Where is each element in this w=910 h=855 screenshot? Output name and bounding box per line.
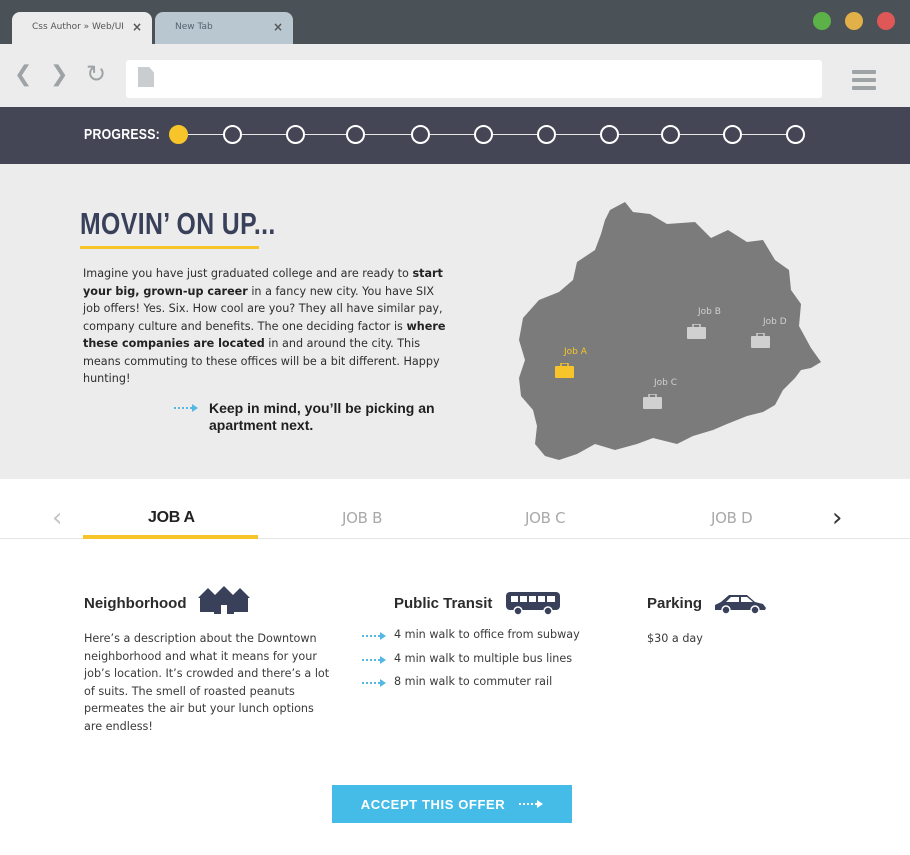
progress-step (346, 125, 365, 144)
map-label-job-d: Job D (763, 317, 787, 327)
dotted-arrow-icon (362, 655, 386, 664)
tab-css-author[interactable]: Css Author » Web/UI × (12, 12, 152, 44)
neighborhood-description: Here’s a description about the Downtown … (84, 632, 330, 733)
reload-icon[interactable]: ↻ (86, 62, 106, 86)
progress-bar: PROGRESS: (0, 107, 910, 164)
bus-icon (506, 592, 560, 615)
window-minimize-button[interactable] (845, 12, 863, 30)
progress-step (600, 125, 619, 144)
window-close-button[interactable] (877, 12, 895, 30)
briefcase-icon[interactable] (555, 363, 574, 378)
briefcase-icon[interactable] (751, 333, 770, 348)
tab-label: New Tab (175, 22, 213, 32)
tab-job-a[interactable]: JOB A (148, 509, 195, 527)
page-icon (138, 67, 154, 87)
list-item: 4 min walk to multiple bus lines (362, 652, 580, 676)
next-arrow-icon[interactable]: › (832, 505, 842, 531)
browser-toolbar: ❮ ❯ ↻ (0, 44, 910, 107)
city-map (519, 202, 821, 460)
houses-icon (198, 586, 250, 614)
window-maximize-button[interactable] (813, 12, 831, 30)
dotted-arrow-icon (174, 404, 198, 412)
parking-cost: $30 a day (647, 632, 703, 645)
map-label-job-c: Job C (654, 378, 678, 388)
list-item: 8 min walk to commuter rail (362, 675, 580, 699)
briefcase-icon[interactable] (687, 324, 706, 339)
progress-step (786, 125, 805, 144)
progress-step (723, 125, 742, 144)
dotted-arrow-icon (362, 632, 386, 640)
progress-step (169, 125, 188, 144)
intro-paragraph: Imagine you have just graduated college … (83, 267, 446, 385)
apartment-note: Keep in mind, you’ll be picking an apart… (209, 400, 435, 433)
job-tabs: ‹ JOB A JOB B JOB C JOB D › (0, 479, 910, 539)
active-tab-indicator (83, 535, 258, 539)
neighborhood-heading: Neighborhood (84, 595, 187, 612)
tab-label: Css Author » Web/UI (32, 22, 124, 32)
forward-icon[interactable]: ❯ (50, 64, 68, 86)
map-label-job-a: Job A (564, 347, 587, 357)
briefcase-icon[interactable] (643, 394, 662, 409)
tab-job-b[interactable]: JOB B (342, 509, 382, 527)
menu-icon[interactable] (852, 70, 876, 90)
hero-section: MOVIN’ ON UP... Imagine you have just gr… (0, 164, 910, 479)
accept-offer-button[interactable]: ACCEPT THIS OFFER (332, 785, 572, 823)
list-item: 4 min walk to office from subway (362, 628, 580, 652)
progress-step (286, 125, 305, 144)
tab-job-c[interactable]: JOB C (525, 509, 566, 527)
tab-job-d[interactable]: JOB D (711, 509, 753, 527)
progress-step (661, 125, 680, 144)
progress-step (537, 125, 556, 144)
progress-step (411, 125, 430, 144)
tab-new-tab[interactable]: New Tab × (155, 12, 293, 44)
dotted-arrow-icon (362, 679, 386, 687)
dotted-arrow-icon (519, 800, 544, 808)
prev-arrow-icon[interactable]: ‹ (52, 505, 62, 531)
back-icon[interactable]: ❮ (14, 64, 32, 86)
title-underline (80, 246, 259, 249)
tab-close-icon[interactable]: × (132, 20, 142, 34)
transit-list: 4 min walk to office from subway 4 min w… (362, 628, 580, 699)
parking-heading: Parking (647, 595, 703, 612)
progress-label: PROGRESS: (84, 126, 161, 143)
browser-titlebar: Css Author » Web/UI × New Tab × (0, 0, 910, 44)
tab-close-icon[interactable]: × (273, 20, 283, 34)
progress-step (223, 125, 242, 144)
page-title: MOVIN’ ON UP... (80, 206, 276, 241)
transit-heading: Public Transit (394, 595, 493, 612)
car-icon (715, 595, 766, 614)
map-label-job-b: Job B (698, 307, 721, 317)
address-bar[interactable] (126, 60, 822, 98)
accept-offer-label: ACCEPT THIS OFFER (360, 796, 506, 812)
progress-step (474, 125, 493, 144)
city-map-shape (519, 202, 821, 460)
